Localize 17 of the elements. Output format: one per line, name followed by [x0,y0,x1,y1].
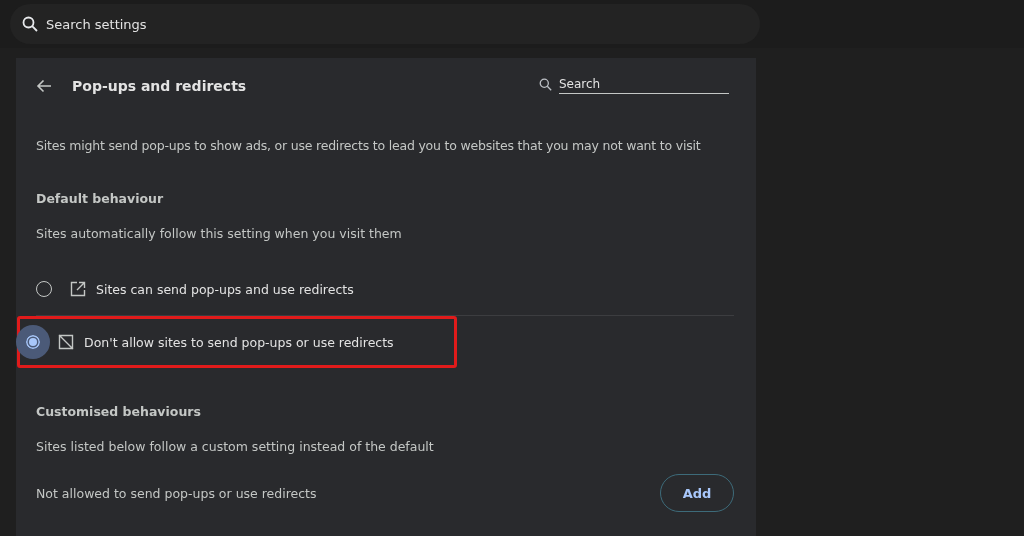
search-icon [22,16,38,32]
crossed-out-window-icon [58,334,74,350]
option-label[interactable]: Sites can send pop-ups and use redirects [96,281,354,297]
search-icon [539,77,552,91]
section-heading: Customised behaviours [36,403,202,419]
section-heading: Default behaviour [36,190,165,206]
list-label: Not allowed to send pop-ups or use redirects [36,485,317,501]
external-link-icon [70,281,86,297]
section-subtitle: Sites automatically follow this setting when you visit them [36,225,403,241]
search-field[interactable]: Search [559,74,729,94]
search-field[interactable]: Search settings [10,4,760,44]
page-title: Pop-ups and redirects [72,78,248,94]
section-subtitle: Sites listed below follow a custom setting instead of the default [36,438,435,454]
radio-button[interactable] [16,325,50,359]
back-arrow-icon[interactable] [36,78,52,94]
option-label[interactable]: Don't allow sites to send pop-ups or use redirects [84,334,394,350]
description: Sites might send pop-ups to show ads, or use redirects to lead you to websites that you may not want to visit [36,137,702,153]
